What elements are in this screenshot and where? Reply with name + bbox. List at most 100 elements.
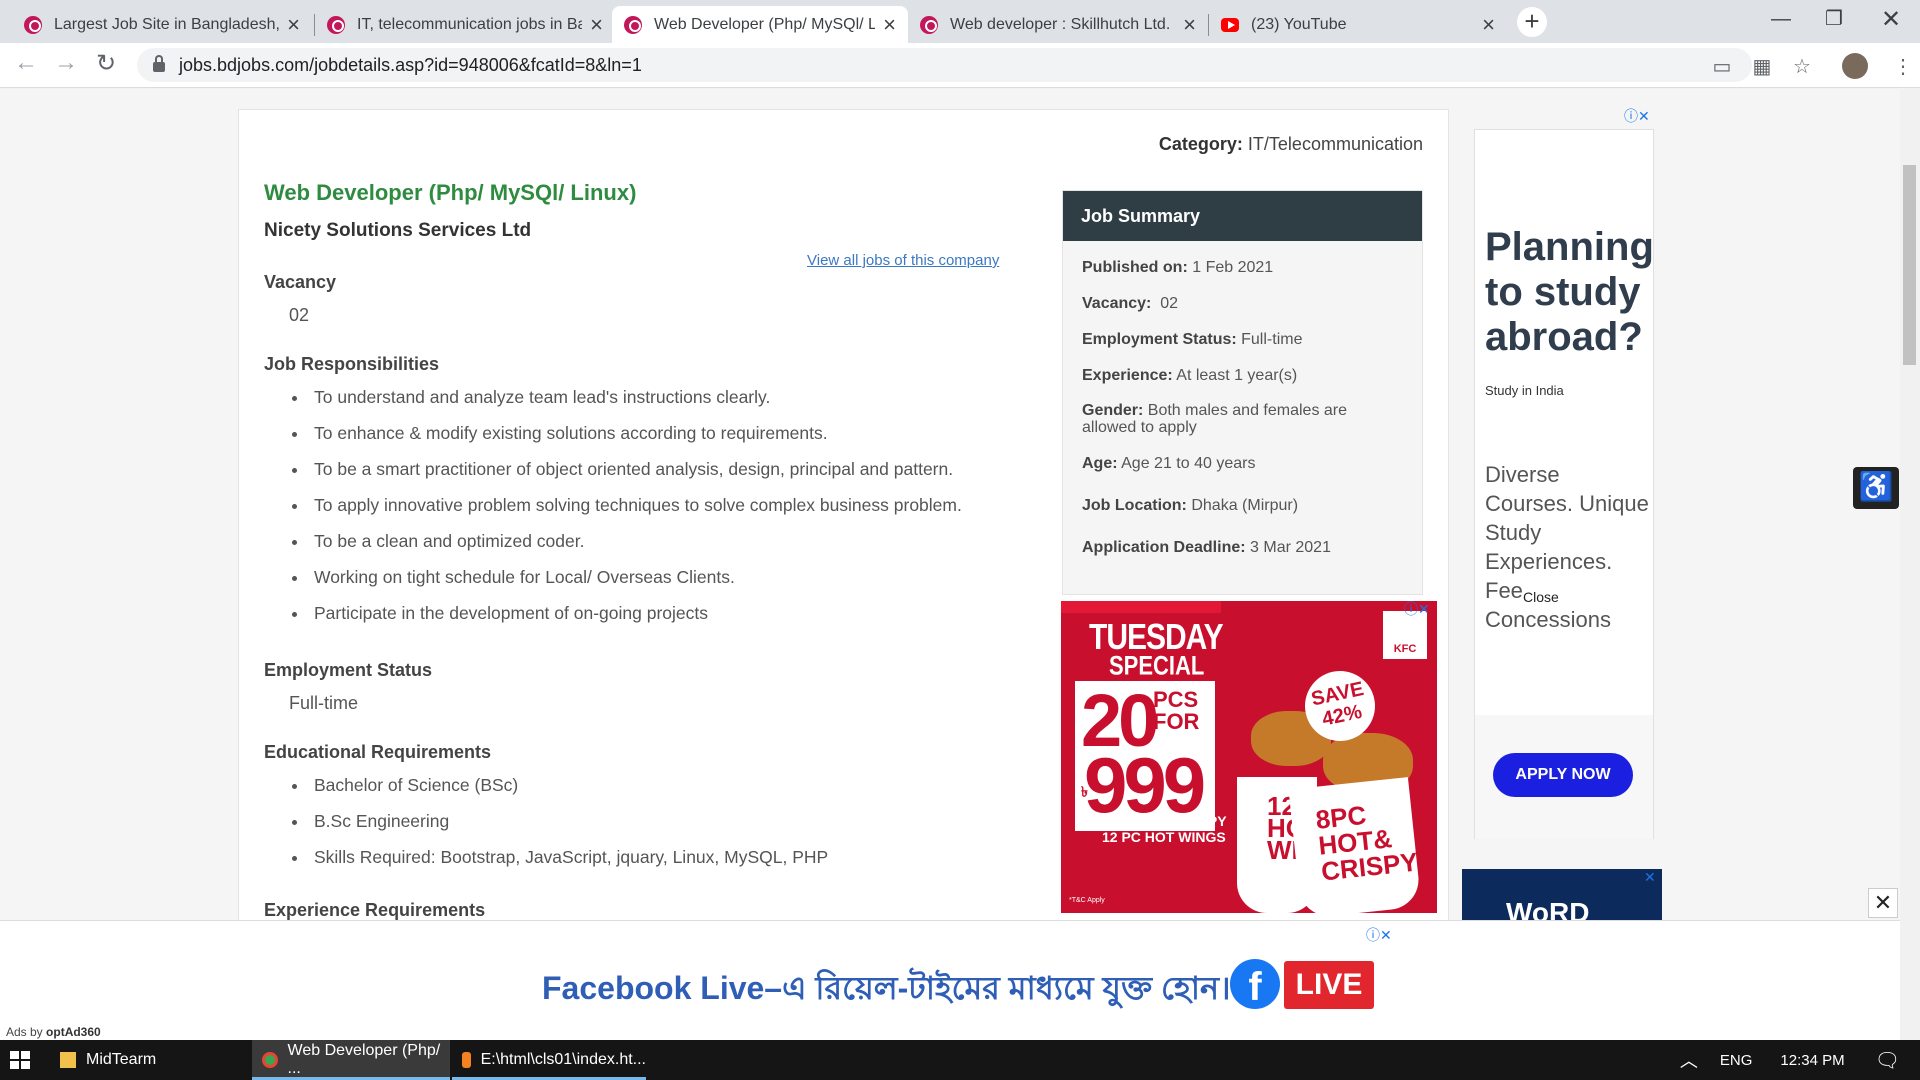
summary-label: Age:	[1082, 455, 1118, 472]
windows-start-icon[interactable]	[10, 1051, 30, 1069]
ad-info-close-icon[interactable]: ⓘ✕	[1404, 599, 1430, 619]
summary-label: Published on:	[1082, 259, 1188, 276]
category-label: Category:	[1158, 134, 1243, 154]
taskbar-item-chrome[interactable]: Web Developer (Php/ ...	[252, 1040, 450, 1080]
tab-title: Largest Job Site in Bangladesh, Se	[54, 15, 280, 33]
list-item: To enhance & modify existing solutions a…	[289, 423, 962, 459]
vacancy-value: 02	[289, 305, 310, 325]
ad-info-close-icon[interactable]: ⓘ✕	[1366, 925, 1392, 945]
kebab-menu-icon[interactable]: ⋮	[1892, 54, 1914, 78]
kfc-ad-banner[interactable]: TUESDAY SPECIAL 20 ৳999 PCS FOR 8 PC HOT …	[1061, 601, 1437, 913]
list-item: To be a smart practitioner of object ori…	[289, 459, 962, 495]
bdjobs-icon	[24, 15, 42, 34]
ad-terms: *T&C Apply	[1069, 897, 1105, 904]
profile-avatar[interactable]	[1842, 53, 1868, 79]
list-item: Bachelor of Science (BSc)	[289, 775, 828, 811]
folder-icon	[60, 1052, 76, 1068]
taskbar-label: Web Developer (Php/ ...	[287, 1042, 441, 1077]
summary-age: Age: Age 21 to 40 years	[1082, 455, 1402, 472]
bottom-ad-banner[interactable]: ⓘ✕ Facebook Live–এ রিয়েল-টাইমের মাধ্যমে…	[0, 920, 1900, 1040]
star-icon[interactable]: ☆	[1791, 54, 1813, 78]
ad-for: FOR	[1153, 709, 1200, 734]
summary-label: Vacancy:	[1082, 295, 1152, 312]
tab-strip: Largest Job Site in Bangladesh, Se × IT,…	[0, 0, 1920, 43]
maximize-icon[interactable]: ❐	[1825, 6, 1843, 31]
summary-deadline: Application Deadline: 3 Mar 2021	[1082, 539, 1402, 556]
list-item: To understand and analyze team lead's in…	[289, 387, 962, 423]
summary-location: Job Location: Dhaka (Mirpur)	[1082, 497, 1402, 514]
ad-detail-1: 8 PC HOT & CRISPY	[1092, 813, 1227, 829]
new-tab-button[interactable]: +	[1517, 7, 1547, 37]
employment-status-heading: Employment Status	[264, 660, 433, 680]
ad-body: Diverse Courses. Unique Study Experience…	[1485, 462, 1649, 632]
taskbar-item-explorer[interactable]: MidTearm	[50, 1040, 254, 1080]
close-icon[interactable]: ×	[590, 12, 603, 38]
url-text: jobs.bdjobs.com/jobdetails.asp?id=948006…	[179, 54, 642, 75]
bucket-right: 8PC HOT& CRISPY	[1288, 777, 1422, 913]
cast-icon[interactable]: ▭	[1711, 54, 1733, 78]
view-all-jobs-link[interactable]: View all jobs of this company	[807, 252, 999, 269]
experience-heading: Experience Requirements	[264, 900, 486, 920]
bottom-ad-close-button[interactable]: ✕	[1868, 888, 1898, 918]
address-bar[interactable]: jobs.bdjobs.com/jobdetails.asp?id=948006…	[137, 48, 1752, 82]
language-indicator[interactable]: ENG	[1720, 1052, 1753, 1069]
minimize-icon[interactable]: —	[1771, 8, 1791, 31]
category-value: IT/Telecommunication	[1247, 134, 1423, 154]
company-name: Nicety Solutions Services Ltd	[264, 220, 532, 241]
close-window-icon[interactable]: ✕	[1881, 5, 1901, 34]
browser-toolbar: ← → ↻ jobs.bdjobs.com/jobdetails.asp?id=…	[0, 43, 1920, 88]
accessibility-icon[interactable]: ♿	[1853, 467, 1899, 509]
ad-info-close-icon[interactable]: ⓘ✕	[1624, 106, 1650, 126]
back-arrow-icon[interactable]: ←	[14, 49, 38, 77]
job-summary-panel: Job Summary Published on: 1 Feb 2021 Vac…	[1062, 190, 1423, 595]
apply-now-button[interactable]: APPLY NOW	[1493, 753, 1633, 797]
forward-arrow-icon[interactable]: →	[54, 49, 78, 77]
clock[interactable]: 12:34 PM	[1780, 1052, 1844, 1069]
ad-pcs: PCS	[1153, 687, 1199, 712]
taskbar-label: E:\html\cls01\index.ht...	[480, 1051, 646, 1068]
notification-icon[interactable]: 🗨	[1875, 1048, 1900, 1073]
scrollbar-thumb[interactable]	[1903, 165, 1916, 365]
summary-label: Application Deadline:	[1082, 539, 1246, 556]
category-line: Category: IT/Telecommunication	[1159, 134, 1423, 155]
education-heading: Educational Requirements	[264, 742, 492, 762]
tab-title: (23) YouTube	[1251, 15, 1347, 33]
summary-value: Full-time	[1236, 331, 1303, 348]
windows-taskbar: MidTearm Web Developer (Php/ ... E:\html…	[0, 1040, 1920, 1080]
tab-title: Web developer : Skillhutch Ltd. ||	[950, 15, 1176, 33]
ad-price: ৳999	[1081, 746, 1209, 824]
responsibilities-list: To understand and analyze team lead's in…	[289, 387, 962, 639]
education-list: Bachelor of Science (BSc) B.Sc Engineeri…	[289, 775, 828, 883]
reload-icon[interactable]: ↻	[96, 49, 116, 78]
browser-tab-5[interactable]: (23) YouTube ×	[1209, 6, 1507, 43]
browser-tab-4[interactable]: Web developer : Skillhutch Ltd. || ×	[908, 6, 1208, 43]
list-item: Working on tight schedule for Local/ Ove…	[289, 567, 962, 603]
tab-title: Web Developer (Php/ MySQl/ Lin	[654, 15, 876, 33]
browser-tab-2[interactable]: IT, telecommunication jobs in Ban ×	[315, 6, 615, 43]
chevron-up-icon[interactable]: ︿	[1680, 1047, 1698, 1073]
close-icon[interactable]: ×	[1482, 12, 1495, 38]
close-icon[interactable]: ×	[883, 12, 896, 38]
browser-tab-1[interactable]: Largest Job Site in Bangladesh, Se ×	[12, 6, 312, 43]
summary-vacancy: Vacancy: 02	[1082, 295, 1402, 312]
lock-icon[interactable]	[153, 55, 165, 72]
summary-value: Age 21 to 40 years	[1117, 455, 1256, 472]
sublime-icon	[462, 1052, 471, 1068]
ads-by-label: Ads by optAd360	[6, 1025, 101, 1039]
ad-stripe	[1061, 601, 1221, 613]
summary-gender: Gender: Both males and females are allow…	[1082, 402, 1362, 436]
study-abroad-ad[interactable]: Planning to study abroad? Study in India…	[1474, 129, 1654, 839]
close-icon[interactable]: ×	[1183, 12, 1196, 38]
ad-close-icon[interactable]: ✕	[1644, 869, 1656, 886]
browser-tab-3-active[interactable]: Web Developer (Php/ MySQl/ Lin ×	[612, 6, 908, 43]
qr-code-icon[interactable]: ▦	[1751, 54, 1773, 78]
summary-value: 02	[1151, 295, 1179, 312]
summary-label: Employment Status:	[1082, 331, 1237, 348]
ad-close-text[interactable]: Close	[1523, 589, 1559, 605]
summary-label: Gender:	[1082, 402, 1144, 419]
summary-value: At least 1 year(s)	[1172, 367, 1298, 384]
live-badge: LIVE	[1284, 961, 1374, 1009]
taskbar-item-sublime[interactable]: E:\html\cls01\index.ht...	[452, 1040, 646, 1080]
close-icon[interactable]: ×	[287, 12, 300, 38]
ad-headline: Planning to study abroad?	[1485, 225, 1654, 359]
